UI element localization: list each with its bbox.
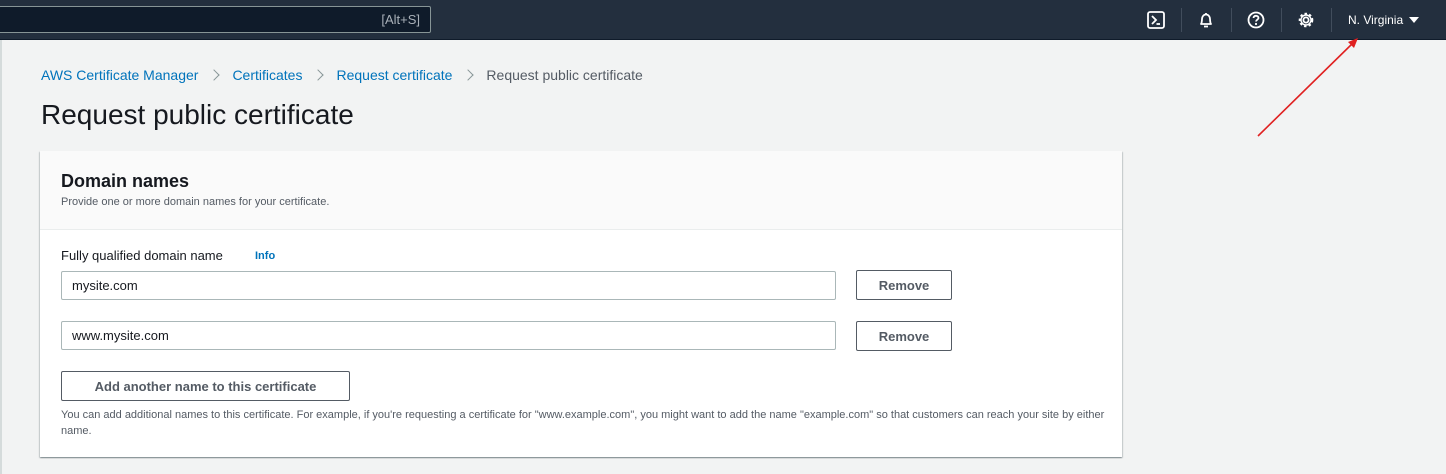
chevron-right-icon xyxy=(462,69,475,81)
panel-description: Provide one or more domain names for you… xyxy=(61,196,330,208)
domain-names-panel: Domain names Provide one or more domain … xyxy=(40,151,1122,457)
top-navigation-bar: [Alt+S] N. Virginia xyxy=(0,0,1446,40)
annotation-arrow-icon xyxy=(1257,38,1358,137)
chevron-right-icon xyxy=(312,69,325,81)
info-link[interactable]: Info xyxy=(255,250,275,262)
add-another-name-button[interactable]: Add another name to this certificate xyxy=(61,371,350,401)
nav-divider xyxy=(1281,8,1282,32)
fqdn-label: Fully qualified domain name xyxy=(61,248,223,263)
remove-domain-button-1[interactable]: Remove xyxy=(856,270,952,300)
nav-divider xyxy=(1331,8,1332,32)
panel-title: Domain names xyxy=(61,171,190,191)
panel-header: Domain names Provide one or more domain … xyxy=(40,151,1122,230)
caret-down-icon xyxy=(1409,17,1420,23)
cloudshell-icon[interactable] xyxy=(1146,10,1166,30)
search-input[interactable]: [Alt+S] xyxy=(0,6,431,33)
domain-name-input-1[interactable] xyxy=(61,271,836,300)
add-name-help-text: You can add additional names to this cer… xyxy=(61,409,1105,437)
help-icon[interactable] xyxy=(1246,10,1266,30)
side-navigation-edge xyxy=(0,40,2,474)
breadcrumb-link-certificates[interactable]: Certificates xyxy=(232,67,302,83)
breadcrumb: AWS Certificate Manager Certificates Req… xyxy=(41,67,643,83)
domain-name-input-2[interactable] xyxy=(61,321,836,350)
nav-divider xyxy=(1231,8,1232,32)
breadcrumb-link-request-certificate[interactable]: Request certificate xyxy=(336,67,452,83)
settings-icon[interactable] xyxy=(1296,10,1316,30)
chevron-right-icon xyxy=(208,69,221,81)
search-shortcut-hint: [Alt+S] xyxy=(381,12,420,27)
notifications-icon[interactable] xyxy=(1196,10,1216,30)
breadcrumb-link-acm[interactable]: AWS Certificate Manager xyxy=(41,67,198,83)
region-label: N. Virginia xyxy=(1348,13,1404,27)
region-selector[interactable]: N. Virginia xyxy=(1348,13,1420,27)
nav-divider xyxy=(1181,8,1182,32)
breadcrumb-current: Request public certificate xyxy=(486,67,643,83)
page-title: Request public certificate xyxy=(41,99,354,130)
remove-domain-button-2[interactable]: Remove xyxy=(856,321,952,351)
